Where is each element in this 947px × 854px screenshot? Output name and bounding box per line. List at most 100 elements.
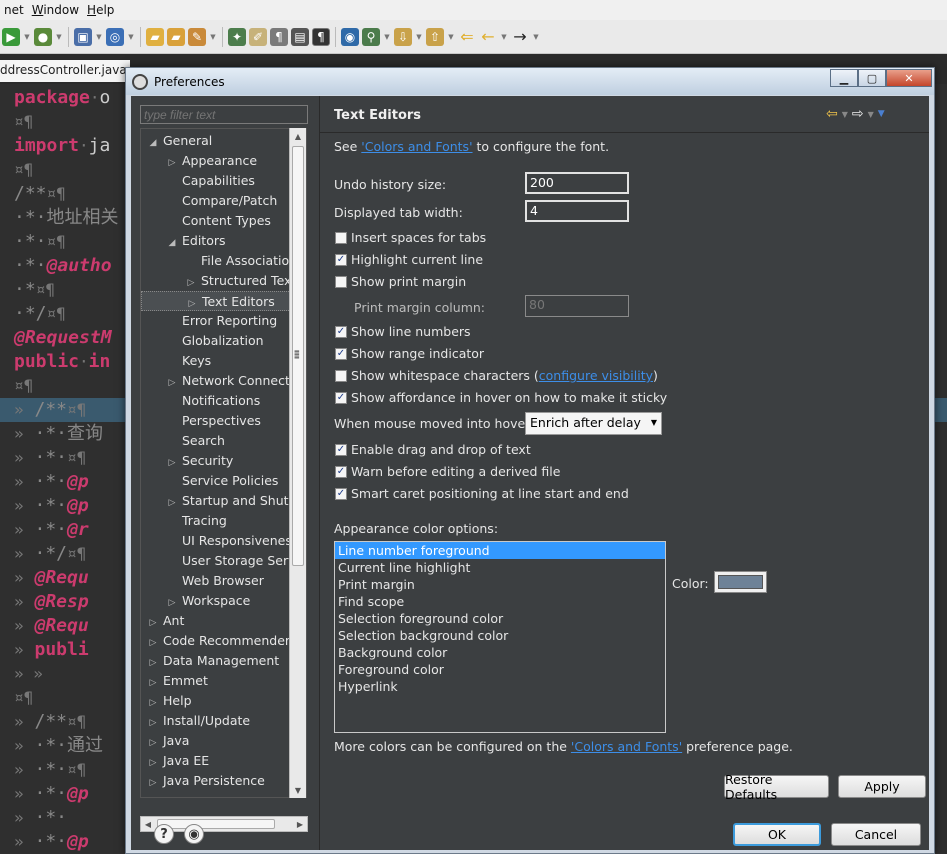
brush-dropdown-icon[interactable]: ▼ <box>209 33 217 41</box>
tree-item-content-types[interactable]: Content Types <box>141 211 291 231</box>
color-option-item[interactable]: Current line highlight <box>335 559 665 576</box>
undo-history-field[interactable]: 200 <box>525 172 629 194</box>
open-folder-icon[interactable]: ▰ <box>146 27 164 46</box>
checkbox-box[interactable]: ✓ <box>335 347 347 360</box>
color-option-item[interactable]: Selection foreground color <box>335 610 665 627</box>
new-project-icon[interactable]: ▣ <box>74 27 92 46</box>
forward-icon[interactable]: → <box>511 27 529 46</box>
help-icon[interactable]: ? <box>154 824 174 844</box>
insert-spaces-for-tabs-checkbox[interactable]: Insert spaces for tabs <box>335 230 486 245</box>
scroll-up-icon[interactable]: ▲ <box>290 128 306 144</box>
scroll-left-icon[interactable]: ◀ <box>141 817 155 831</box>
color-options-list[interactable]: Line number foreground Current line highl… <box>334 541 666 733</box>
highlight-icon[interactable]: ✐ <box>249 27 267 46</box>
tree-item-service-policies[interactable]: Service Policies <box>141 471 291 491</box>
smart-caret-positioning-at-line-start-and-end-checkbox[interactable]: ✓ Smart caret positioning at line start a… <box>335 486 629 501</box>
tree-item-security[interactable]: ▷ Security <box>141 451 291 471</box>
brush-icon[interactable]: ✎ <box>188 27 206 46</box>
dialog-titlebar[interactable]: Preferences ▁ ▢ ✕ <box>126 68 934 95</box>
external-tools-icon[interactable]: ● <box>34 27 52 46</box>
scroll-down-icon[interactable]: ▼ <box>290 782 306 798</box>
expand-arrow-icon[interactable]: ▷ <box>147 633 159 651</box>
next-annotation-icon[interactable]: ⇩ <box>394 27 412 46</box>
tree-item-help[interactable]: ▷ Help <box>141 691 291 711</box>
scroll-right-icon[interactable]: ▶ <box>293 817 307 831</box>
filter-input[interactable] <box>140 105 308 124</box>
show-line-numbers-checkbox[interactable]: ✓ Show line numbers <box>335 324 471 339</box>
menu-help[interactable]: Help <box>87 3 114 17</box>
expand-arrow-icon[interactable]: ▷ <box>147 613 159 631</box>
whitespace-toggle-icon[interactable]: ¶ <box>312 27 330 46</box>
tab-width-field[interactable]: 4 <box>525 200 629 222</box>
show-print-margin-checkbox[interactable]: Show print margin <box>335 274 466 289</box>
tree-item-text-editors[interactable]: ▷ Text Editors <box>141 291 291 311</box>
checkbox-box[interactable]: ✓ <box>335 325 347 338</box>
expand-arrow-icon[interactable]: ▷ <box>186 294 198 310</box>
annotation-icon[interactable]: ✦ <box>228 27 246 46</box>
tree-item-file-associations[interactable]: File Associations <box>141 251 291 271</box>
expand-arrow-icon[interactable]: ▷ <box>166 493 178 511</box>
configure-visibility-link[interactable]: configure visibility <box>539 368 653 383</box>
tree-item-data-management[interactable]: ▷ Data Management <box>141 651 291 671</box>
pilcrow-icon[interactable]: ¶ <box>270 27 288 46</box>
tree-item-appearance[interactable]: ▷ Appearance <box>141 151 291 171</box>
color-option-item[interactable]: Hyperlink <box>335 678 665 695</box>
tree-item-tracing[interactable]: Tracing <box>141 511 291 531</box>
color-option-item[interactable]: Find scope <box>335 593 665 610</box>
import-export-icon[interactable]: ◉ <box>184 824 204 844</box>
tree-item-install-update[interactable]: ▷ Install/Update <box>141 711 291 731</box>
color-option-item[interactable]: Selection background color <box>335 627 665 644</box>
show-whitespace-checkbox[interactable]: Show whitespace characters (configure vi… <box>335 368 658 383</box>
menu-window[interactable]: Window <box>32 3 79 17</box>
colors-and-fonts-link[interactable]: 'Colors and Fonts' <box>361 139 472 154</box>
view-menu-icon[interactable]: ▼ <box>878 109 885 119</box>
tree-item-compare-patch[interactable]: Compare/Patch <box>141 191 291 211</box>
tree-item-workspace[interactable]: ▷ Workspace <box>141 591 291 611</box>
block-select-icon[interactable]: ▤ <box>291 27 309 46</box>
new-project-dropdown-icon[interactable]: ▼ <box>95 33 103 41</box>
expand-arrow-icon[interactable]: ▷ <box>147 693 159 711</box>
tree-item-general[interactable]: ◢ General <box>141 131 291 151</box>
back-icon[interactable]: ← <box>479 27 497 46</box>
maximize-button[interactable]: ▢ <box>858 69 886 87</box>
forward-dropdown-icon[interactable]: ▼ <box>532 33 540 41</box>
color-option-item[interactable]: Print margin <box>335 576 665 593</box>
editor-tab[interactable]: ddressController.java <box>0 60 130 82</box>
expand-arrow-icon[interactable]: ▷ <box>147 653 159 671</box>
expand-arrow-icon[interactable]: ▷ <box>147 753 159 771</box>
tree-item-user-storage-service[interactable]: User Storage Service <box>141 551 291 571</box>
more-colors-link[interactable]: 'Colors and Fonts' <box>571 739 682 754</box>
close-button[interactable]: ✕ <box>886 69 932 87</box>
external-tools-dropdown-icon[interactable]: ▼ <box>55 33 63 41</box>
expand-arrow-icon[interactable]: ▷ <box>166 373 178 391</box>
nav-forward-dropdown-icon[interactable]: ▼ <box>868 110 874 119</box>
globe-icon[interactable]: ◎ <box>106 27 124 46</box>
open-type-icon[interactable]: ▰ <box>167 27 185 46</box>
expand-arrow-icon[interactable]: ▷ <box>166 153 178 171</box>
color-option-item[interactable]: Line number foreground <box>335 542 665 559</box>
tree-item-java-ee[interactable]: ▷ Java EE <box>141 751 291 771</box>
tree-item-ant[interactable]: ▷ Ant <box>141 611 291 631</box>
expand-arrow-icon[interactable]: ▷ <box>147 733 159 751</box>
checkbox-box[interactable]: ✓ <box>335 253 347 266</box>
hscroll-thumb[interactable] <box>157 819 275 829</box>
tree-item-keys[interactable]: Keys <box>141 351 291 371</box>
tree-item-notifications[interactable]: Notifications <box>141 391 291 411</box>
search-dropdown-icon[interactable]: ▼ <box>383 33 391 41</box>
color-option-item[interactable]: Background color <box>335 644 665 661</box>
last-edit-icon[interactable]: ⇐ <box>458 27 476 46</box>
checkbox-box[interactable] <box>335 369 347 382</box>
tree-item-capabilities[interactable]: Capabilities <box>141 171 291 191</box>
highlight-current-line-checkbox[interactable]: ✓ Highlight current line <box>335 252 483 267</box>
expand-arrow-icon[interactable]: ▷ <box>166 593 178 611</box>
hover-select[interactable]: Enrich after delay ▼ <box>525 412 662 435</box>
tree-item-network-connections[interactable]: ▷ Network Connections <box>141 371 291 391</box>
ok-button[interactable]: OK <box>733 823 821 846</box>
nav-back-icon[interactable]: ⇦ <box>826 106 838 122</box>
tree-item-structured-text[interactable]: ▷ Structured Text <box>141 271 291 291</box>
next-annotation-dropdown-icon[interactable]: ▼ <box>415 33 423 41</box>
color-option-item[interactable]: Foreground color <box>335 661 665 678</box>
tree-item-error-reporting[interactable]: Error Reporting <box>141 311 291 331</box>
show-range-indicator-checkbox[interactable]: ✓ Show range indicator <box>335 346 484 361</box>
search-icon[interactable]: ⚲ <box>362 27 380 46</box>
